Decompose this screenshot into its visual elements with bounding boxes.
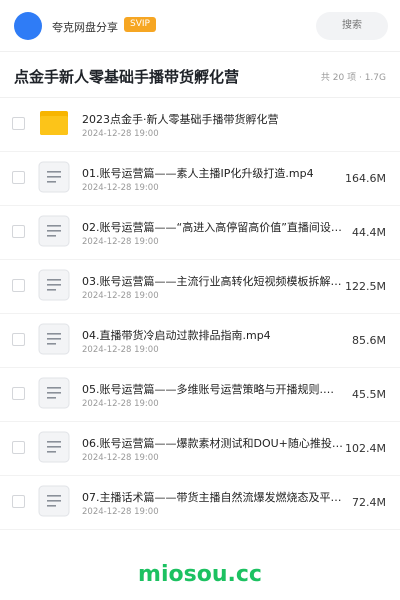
title-row: 点金手新人零基础手播带货孵化营 共 20 项 · 1.7G xyxy=(0,52,400,98)
file-name[interactable]: 06.账号运营篇——爆款素材测试和DOU+随心推投放.mp4 xyxy=(82,435,344,451)
file-name[interactable]: 2023点金手·新人零基础手播带货孵化营 xyxy=(82,111,382,127)
file-date: 2024-12-28 19:00 xyxy=(82,345,159,355)
share-owner-name: 夸克网盘分享 xyxy=(52,21,118,34)
file-name[interactable]: 05.账号运营篇——多维账号运营策略与开播规则.mp4 xyxy=(82,381,344,397)
row-checkbox[interactable] xyxy=(12,117,25,130)
file-row[interactable]: 05.账号运营篇——多维账号运营策略与开播规则.mp4 2024-12-28 19… xyxy=(0,368,400,422)
header-bar: 夸克网盘分享 SVIP xyxy=(0,0,400,52)
document-icon xyxy=(38,431,70,463)
file-row[interactable]: 06.账号运营篇——爆款素材测试和DOU+随心推投放.mp4 2024-12-28… xyxy=(0,422,400,476)
file-row[interactable]: 03.账号运营篇——主流行业高转化短视频模板拆解.mp4 2024-12-28 1… xyxy=(0,260,400,314)
watermark: miosou.cc xyxy=(138,562,262,587)
total-size: 1.7G xyxy=(364,73,386,83)
summary-separator: · xyxy=(356,73,365,83)
file-name[interactable]: 01.账号运营篇——素人主播IP化升级打造.mp4 xyxy=(82,165,344,181)
folder-row[interactable]: 2023点金手·新人零基础手播带货孵化营 2024-12-28 19:00 xyxy=(0,98,400,152)
share-page: 夸克网盘分享 SVIP 点金手新人零基础手播带货孵化营 共 20 项 · 1.7… xyxy=(0,0,400,600)
file-date: 2024-12-28 19:00 xyxy=(82,183,159,193)
file-size: 85.6M xyxy=(352,334,386,347)
file-row[interactable]: 02.账号运营篇——“高进入高停留高价值”直播间设计.mp4 2024-12-28… xyxy=(0,206,400,260)
search-input[interactable] xyxy=(316,12,388,40)
document-icon xyxy=(38,269,70,301)
row-checkbox[interactable] xyxy=(12,495,25,508)
document-icon xyxy=(38,323,70,355)
file-name[interactable]: 04.直播带货冷启动过款排品指南.mp4 xyxy=(82,327,344,343)
file-list: 2023点金手·新人零基础手播带货孵化营 2024-12-28 19:00 01.账… xyxy=(0,98,400,530)
file-row[interactable]: 04.直播带货冷启动过款排品指南.mp4 2024-12-28 19:00 85.6… xyxy=(0,314,400,368)
file-date: 2024-12-28 19:00 xyxy=(82,291,159,301)
document-icon xyxy=(38,377,70,409)
item-count: 共 20 项 xyxy=(320,73,357,83)
row-checkbox[interactable] xyxy=(12,333,25,346)
row-checkbox[interactable] xyxy=(12,441,25,454)
file-size: 45.5M xyxy=(352,388,386,401)
svip-badge: SVIP xyxy=(124,17,156,32)
row-checkbox[interactable] xyxy=(12,387,25,400)
file-name[interactable]: 03.账号运营篇——主流行业高转化短视频模板拆解.mp4 xyxy=(82,273,344,289)
file-size: 44.4M xyxy=(352,226,386,239)
file-date: 2024-12-28 19:00 xyxy=(82,453,159,463)
file-size: 102.4M xyxy=(345,442,386,455)
file-size: 72.4M xyxy=(352,496,386,509)
folder-summary: 共 20 项 · 1.7G xyxy=(321,70,386,83)
file-name[interactable]: 02.账号运营篇——“高进入高停留高价值”直播间设计.mp4 xyxy=(82,219,344,235)
row-checkbox[interactable] xyxy=(12,279,25,292)
document-icon xyxy=(38,161,70,193)
file-date: 2024-12-28 19:00 xyxy=(82,507,159,517)
page-title: 点金手新人零基础手播带货孵化营 xyxy=(14,68,240,86)
document-icon xyxy=(38,215,70,247)
file-row[interactable]: 07.主播话术篇——带货主播自然流爆发燃烧态及平播.mp4 2024-12-28 … xyxy=(0,476,400,530)
document-icon xyxy=(38,485,70,517)
file-size: 122.5M xyxy=(345,280,386,293)
file-size: 164.6M xyxy=(345,172,386,185)
row-checkbox[interactable] xyxy=(12,225,25,238)
file-name[interactable]: 07.主播话术篇——带货主播自然流爆发燃烧态及平播.mp4 xyxy=(82,489,344,505)
file-date: 2024-12-28 19:00 xyxy=(82,237,159,247)
file-row[interactable]: 01.账号运营篇——素人主播IP化升级打造.mp4 2024-12-28 19:0… xyxy=(0,152,400,206)
file-date: 2024-12-28 19:00 xyxy=(82,399,159,409)
row-checkbox[interactable] xyxy=(12,171,25,184)
avatar[interactable] xyxy=(14,12,42,40)
file-date: 2024-12-28 19:00 xyxy=(82,129,159,139)
folder-icon xyxy=(38,107,70,139)
